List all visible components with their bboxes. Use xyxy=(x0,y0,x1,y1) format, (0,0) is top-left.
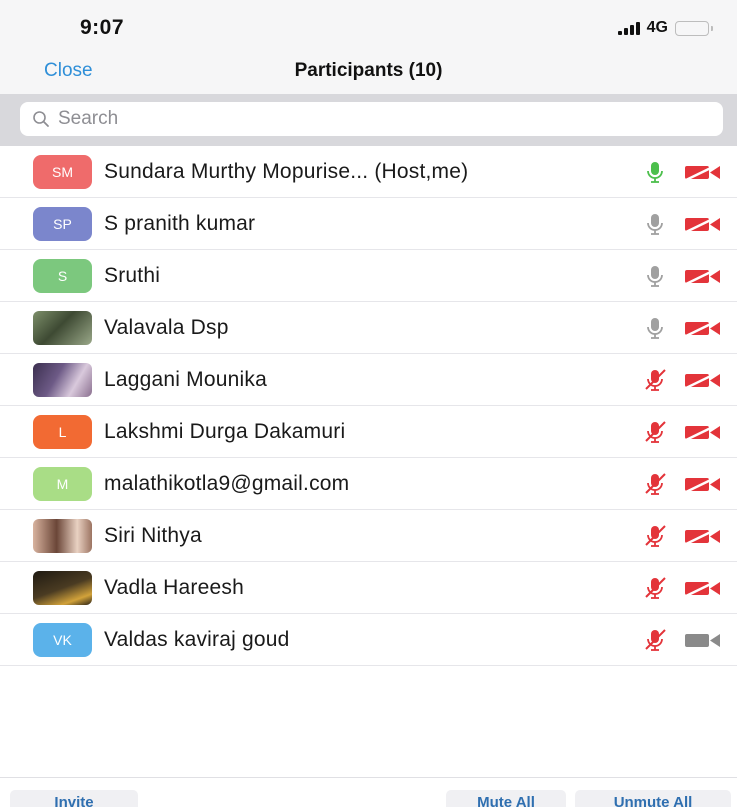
video-off-icon[interactable] xyxy=(683,264,723,288)
microphone-icon[interactable] xyxy=(642,211,668,237)
participant-name: S pranith kumar xyxy=(104,211,256,235)
mic-muted-icon[interactable] xyxy=(642,419,668,445)
participant-controls xyxy=(642,315,723,341)
participant-controls xyxy=(642,211,723,237)
participant-controls xyxy=(642,159,723,185)
video-off-icon[interactable] xyxy=(683,524,723,548)
status-time: 9:07 xyxy=(80,16,125,39)
search-icon xyxy=(32,108,54,130)
participant-name: Valavala Dsp xyxy=(104,315,229,339)
invite-button[interactable]: Invite xyxy=(10,790,138,807)
video-off-icon[interactable] xyxy=(683,420,723,444)
status-bar: 9:07 4G xyxy=(0,0,737,56)
mic-muted-icon[interactable] xyxy=(642,523,668,549)
video-off-icon[interactable] xyxy=(683,160,723,184)
participant-name: Valdas kaviraj goud xyxy=(104,627,290,651)
participant-row[interactable]: Valavala Dsp xyxy=(0,302,737,354)
mic-muted-icon[interactable] xyxy=(642,471,668,497)
avatar: M xyxy=(33,466,92,501)
participant-row[interactable]: SP S pranith kumar xyxy=(0,198,737,250)
network-type: 4G xyxy=(646,19,668,36)
video-off-icon[interactable] xyxy=(683,316,723,340)
participant-name: malathikotla9@gmail.com xyxy=(104,471,350,495)
avatar xyxy=(33,518,92,553)
search-box[interactable] xyxy=(20,102,723,136)
participant-row[interactable]: SM Sundara Murthy Mopurise... (Host,me) xyxy=(0,146,737,198)
avatar: SM xyxy=(33,154,92,189)
participant-row[interactable]: L Lakshmi Durga Dakamuri xyxy=(0,406,737,458)
participant-controls xyxy=(642,263,723,289)
page-title: Participants (10) xyxy=(294,60,443,81)
avatar: L xyxy=(33,414,92,449)
participant-controls xyxy=(642,419,723,445)
avatar xyxy=(33,570,92,605)
participant-name: Siri Nithya xyxy=(104,523,202,547)
participant-controls xyxy=(642,471,723,497)
participant-row[interactable]: Laggani Mounika xyxy=(0,354,737,406)
participant-row[interactable]: VK Valdas kaviraj goud xyxy=(0,614,737,666)
close-button[interactable]: Close xyxy=(44,60,93,82)
footer-toolbar: Invite Mute All Unmute All xyxy=(0,777,737,807)
participant-name: Sruthi xyxy=(104,263,161,287)
participant-controls xyxy=(642,367,723,393)
mic-muted-icon[interactable] xyxy=(642,367,668,393)
video-off-icon[interactable] xyxy=(683,368,723,392)
microphone-icon[interactable] xyxy=(642,159,668,185)
search-bar xyxy=(0,94,737,146)
signal-icon xyxy=(617,21,640,35)
avatar: SP xyxy=(33,206,92,241)
mute-all-button[interactable]: Mute All xyxy=(446,790,566,807)
participant-row[interactable]: Vadla Hareesh xyxy=(0,562,737,614)
avatar: VK xyxy=(33,622,92,657)
navigation-bar: Close Participants (10) xyxy=(0,56,737,94)
participant-controls xyxy=(642,523,723,549)
participant-row[interactable]: S Sruthi xyxy=(0,250,737,302)
video-camera-icon[interactable] xyxy=(683,628,723,652)
avatar xyxy=(33,310,92,345)
mic-muted-icon[interactable] xyxy=(642,627,668,653)
participant-controls xyxy=(642,627,723,653)
video-off-icon[interactable] xyxy=(683,472,723,496)
participant-name: Sundara Murthy Mopurise... (Host,me) xyxy=(104,159,469,183)
microphone-icon[interactable] xyxy=(642,263,668,289)
unmute-all-button[interactable]: Unmute All xyxy=(575,790,731,807)
avatar: S xyxy=(33,258,92,293)
video-off-icon[interactable] xyxy=(683,576,723,600)
microphone-icon[interactable] xyxy=(642,315,668,341)
participant-row[interactable]: Mmalathikotla9@gmail.com xyxy=(0,458,737,510)
participant-row[interactable]: Siri Nithya xyxy=(0,510,737,562)
participant-name: Laggani Mounika xyxy=(104,367,267,391)
participant-controls xyxy=(642,575,723,601)
participant-name: Lakshmi Durga Dakamuri xyxy=(104,419,346,443)
participant-name: Vadla Hareesh xyxy=(104,575,244,599)
battery-icon xyxy=(675,20,713,36)
status-indicators: 4G xyxy=(617,19,713,37)
video-off-icon[interactable] xyxy=(683,212,723,236)
mic-muted-icon[interactable] xyxy=(642,575,668,601)
avatar xyxy=(33,362,92,397)
participant-list: SM Sundara Murthy Mopurise... (Host,me) SP… xyxy=(0,146,737,666)
search-input[interactable] xyxy=(54,104,694,134)
